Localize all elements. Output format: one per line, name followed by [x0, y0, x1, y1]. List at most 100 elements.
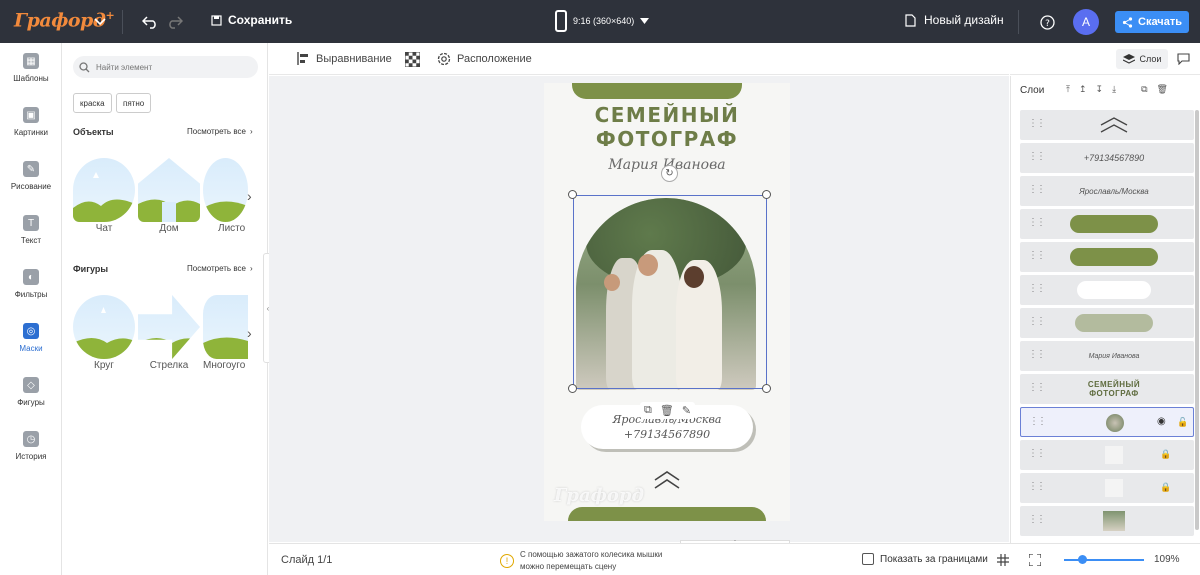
drag-handle-icon[interactable]: ⋮⋮ [1028, 316, 1046, 327]
shapes-next-arrow[interactable]: › [247, 325, 252, 341]
see-all-label: Посмотреть все [187, 264, 246, 273]
layer-row-selected[interactable]: ⋮⋮ ◉ 🔓 [1020, 407, 1194, 437]
zoom-slider[interactable] [1064, 559, 1144, 561]
delete-layer-icon[interactable]: 🗑 [1157, 84, 1168, 95]
layer-row[interactable]: ⋮⋮ [1020, 209, 1194, 239]
layer-row[interactable]: ⋮⋮ [1020, 275, 1194, 305]
layer-row[interactable]: ⋮⋮ [1020, 242, 1194, 272]
shapes-see-all-link[interactable]: Посмотреть все › [187, 264, 253, 273]
help-icon[interactable]: ? [1037, 12, 1057, 32]
lock-icon[interactable]: 🔒 [1160, 449, 1171, 460]
format-dropdown[interactable]: 9:16 (360×640) [555, 10, 650, 32]
zoom-slider-knob[interactable] [1078, 555, 1087, 564]
drag-handle-icon[interactable]: ⋮⋮ [1029, 416, 1047, 427]
search-input[interactable] [96, 62, 246, 72]
drag-handle-icon[interactable]: ⋮⋮ [1028, 514, 1046, 525]
position-button[interactable]: Расположение [437, 52, 532, 66]
rail-item-text[interactable]: T Текст [0, 215, 62, 265]
tag-spot[interactable]: пятно [116, 93, 152, 113]
objects-title: Объекты [73, 127, 114, 137]
drag-handle-icon[interactable]: ⋮⋮ [1028, 283, 1046, 294]
transparency-button[interactable] [405, 52, 420, 67]
move-top-icon[interactable]: ⤒ [1066, 84, 1070, 95]
accent-bar-top[interactable] [572, 83, 742, 99]
undo-icon[interactable] [140, 12, 160, 32]
rail-item-templates[interactable]: ▦ Шаблоны [0, 53, 62, 103]
drag-handle-icon[interactable]: ⋮⋮ [1028, 184, 1046, 195]
redo-icon[interactable] [165, 12, 185, 32]
object-label-house: Дом [159, 223, 179, 234]
rail-item-shapes[interactable]: ◇ Фигуры [0, 377, 62, 427]
layer-row[interactable]: ⋮⋮ Ярославль/Москва [1020, 176, 1194, 206]
drag-handle-icon[interactable]: ⋮⋮ [1028, 349, 1046, 360]
rotate-icon[interactable]: ↻ [661, 165, 678, 182]
drag-handle-icon[interactable]: ⋮⋮ [1028, 250, 1046, 261]
drag-handle-icon[interactable]: ⋮⋮ [1028, 118, 1046, 129]
layers-scrollbar[interactable] [1195, 110, 1199, 530]
grid-icon[interactable] [997, 554, 1009, 566]
mask-thumb-chat[interactable] [73, 158, 135, 222]
move-down-icon[interactable]: ↧ [1096, 84, 1104, 95]
resize-handle[interactable] [762, 190, 771, 199]
mask-thumb-leaf[interactable] [203, 158, 248, 222]
drag-handle-icon[interactable]: ⋮⋮ [1028, 382, 1046, 393]
comment-icon[interactable] [1177, 53, 1190, 65]
layers-tab-label: Слои [1139, 54, 1162, 64]
new-design-button[interactable]: Новый дизайн [905, 13, 1004, 27]
drag-handle-icon[interactable]: ⋮⋮ [1028, 481, 1046, 492]
eye-icon[interactable]: ◉ [1157, 416, 1166, 427]
resize-handle[interactable] [762, 384, 771, 393]
layer-tools: ⤒ ↥ ↧ ⤓ ⧉ 🗑 [1066, 84, 1168, 95]
download-button[interactable]: Скачать [1115, 11, 1189, 33]
duplicate-layer-icon[interactable]: ⧉ [1141, 84, 1147, 95]
duplicate-icon[interactable]: ⧉ [644, 404, 652, 417]
layer-row[interactable]: ⋮⋮ [1020, 506, 1194, 536]
rail-item-filters[interactable]: ◐ Фильтры [0, 269, 62, 319]
align-left-icon [297, 52, 308, 65]
accent-bar-bottom[interactable] [568, 507, 766, 521]
drag-handle-icon[interactable]: ⋮⋮ [1028, 217, 1046, 228]
layer-row[interactable]: ⋮⋮ Мария Иванова [1020, 341, 1194, 371]
layer-row[interactable]: ⋮⋮ 🔒 [1020, 440, 1194, 470]
save-button[interactable]: Сохранить [211, 13, 292, 27]
chevron-down-icon[interactable] [90, 12, 110, 32]
canvas-area[interactable]: СЕМЕЙНЫЙ ФОТОГРАФ Мария Иванова Ярославл… [269, 76, 1009, 542]
lock-icon[interactable]: 🔒 [1160, 482, 1171, 493]
layer-row[interactable]: ⋮⋮ СЕМЕЙНЫЙ ФОТОГРАФ [1020, 374, 1194, 404]
rail-item-history[interactable]: ◷ История [0, 431, 62, 481]
layer-row[interactable]: ⋮⋮ [1020, 110, 1194, 140]
rail-item-drawing[interactable]: ✎ Рисование [0, 161, 62, 211]
layer-row[interactable]: ⋮⋮ [1020, 308, 1194, 338]
tag-paint[interactable]: краска [73, 93, 112, 113]
drag-handle-icon[interactable]: ⋮⋮ [1028, 151, 1046, 162]
align-button[interactable]: Выравнивание [297, 52, 392, 65]
rail-item-masks[interactable]: ◎ Маски [0, 323, 62, 373]
title-text[interactable]: СЕМЕЙНЫЙ ФОТОГРАФ [544, 103, 790, 151]
layer-row[interactable]: ⋮⋮ +79134567890 [1020, 143, 1194, 173]
resize-handle[interactable] [568, 384, 577, 393]
drag-handle-icon[interactable]: ⋮⋮ [1028, 448, 1046, 459]
move-up-icon[interactable]: ↥ [1079, 84, 1087, 95]
mask-thumb-arrow[interactable] [138, 295, 200, 359]
show-bounds-toggle[interactable]: Показать за границами [862, 553, 988, 565]
double-chevron-up-icon[interactable] [654, 471, 680, 489]
edit-icon[interactable]: ✎ [682, 404, 691, 417]
objects-next-arrow[interactable]: › [247, 188, 252, 204]
resize-handle[interactable] [568, 190, 577, 199]
mask-thumb-circle[interactable] [73, 295, 135, 359]
fit-screen-icon[interactable] [1029, 554, 1041, 566]
unlock-icon[interactable]: 🔓 [1177, 417, 1188, 428]
layer-row[interactable]: ⋮⋮ 🔒 [1020, 473, 1194, 503]
avatar[interactable]: A [1073, 9, 1099, 35]
mask-thumb-polygon[interactable] [203, 295, 248, 359]
selection-box[interactable] [573, 195, 767, 389]
mask-thumb-house[interactable] [138, 158, 200, 222]
rail-item-images[interactable]: ▣ Картинки [0, 107, 62, 157]
layers-tab[interactable]: Слои [1116, 49, 1168, 69]
trash-icon[interactable]: 🗑 [660, 404, 674, 417]
objects-see-all-link[interactable]: Посмотреть все › [187, 127, 253, 136]
double-chevron-up-icon [1100, 117, 1128, 133]
move-bottom-icon[interactable]: ⤓ [1112, 84, 1116, 95]
layer-preview: +79134567890 [1083, 153, 1145, 163]
show-bounds-checkbox[interactable] [862, 553, 874, 565]
